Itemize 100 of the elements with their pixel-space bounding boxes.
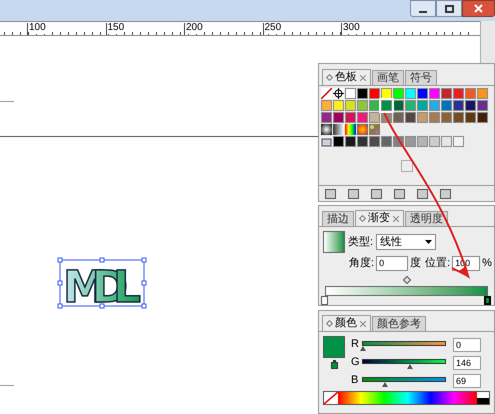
color-swatch[interactable] — [393, 88, 404, 99]
panel-tab[interactable]: 画笔 — [372, 70, 404, 85]
color-swatch[interactable] — [453, 136, 464, 147]
angle-field[interactable]: 0 — [376, 256, 408, 271]
color-swatch[interactable] — [357, 88, 368, 99]
color-swatch[interactable] — [333, 112, 344, 123]
color-spectrum[interactable] — [323, 391, 490, 405]
color-swatch[interactable] — [369, 88, 380, 99]
color-swatch[interactable] — [465, 100, 476, 111]
close-icon[interactable] — [360, 74, 366, 80]
color-swatch[interactable] — [453, 100, 464, 111]
color-swatch[interactable] — [405, 136, 416, 147]
color-swatch[interactable] — [321, 112, 332, 123]
slider-thumb[interactable] — [382, 382, 388, 386]
fill-color-swatch[interactable] — [323, 336, 345, 358]
color-swatch[interactable] — [441, 88, 452, 99]
color-swatch[interactable] — [345, 112, 356, 123]
slider-thumb[interactable] — [406, 364, 413, 368]
color-swatch[interactable] — [393, 100, 404, 111]
none-icon[interactable] — [324, 392, 338, 404]
registration-swatch[interactable] — [333, 88, 344, 99]
panel-tab[interactable]: 符号 — [405, 70, 437, 85]
color-swatch[interactable] — [345, 136, 356, 147]
color-swatch[interactable] — [429, 88, 440, 99]
gradient-swatch[interactable] — [333, 124, 344, 135]
color-swatch[interactable] — [345, 88, 356, 99]
location-label: 位置: — [425, 256, 450, 271]
color-swatch[interactable] — [369, 100, 380, 111]
channel-value-field[interactable]: 69 — [453, 374, 481, 388]
ruler-label: 300 — [343, 22, 360, 34]
color-swatch[interactable] — [417, 112, 428, 123]
color-swatch[interactable] — [441, 136, 452, 147]
color-swatch[interactable] — [429, 136, 440, 147]
selection-box[interactable] — [58, 258, 146, 308]
color-swatch[interactable] — [441, 100, 452, 111]
color-swatch[interactable] — [453, 88, 464, 99]
panel-tab[interactable]: 颜色参考 — [372, 316, 426, 331]
angle-label: 角度: — [349, 256, 374, 271]
color-stop[interactable] — [321, 296, 328, 304]
color-swatch[interactable] — [405, 112, 416, 123]
color-swatch[interactable] — [477, 100, 488, 111]
gradient-swatch[interactable] — [321, 124, 332, 135]
close-icon — [474, 4, 483, 13]
pattern-swatch[interactable] — [369, 124, 380, 135]
channel-label: G — [351, 355, 359, 370]
slider-thumb[interactable] — [360, 346, 366, 350]
color-swatch[interactable] — [369, 112, 380, 123]
none-swatch[interactable] — [321, 88, 332, 99]
ruler-label: 100 — [29, 22, 46, 34]
panel-tab[interactable]: 色板 — [322, 69, 371, 85]
color-swatch[interactable] — [405, 100, 416, 111]
color-swatch[interactable] — [417, 136, 428, 147]
color-swatch[interactable] — [393, 112, 404, 123]
channel-value-field[interactable]: 0 — [453, 338, 481, 352]
color-swatch[interactable] — [417, 100, 428, 111]
panel-tab[interactable]: 渐变 — [355, 210, 404, 226]
color-swatch[interactable] — [477, 112, 488, 123]
panel-tab[interactable]: 描边 — [322, 211, 354, 226]
color-swatch[interactable] — [321, 100, 332, 111]
color-swatch[interactable] — [369, 136, 380, 147]
maximize-button[interactable] — [436, 0, 462, 17]
color-swatch[interactable] — [381, 88, 392, 99]
type-dropdown[interactable]: 线性 — [376, 234, 436, 250]
color-swatch[interactable] — [333, 136, 344, 147]
channel-value-field[interactable]: 146 — [453, 356, 481, 370]
swatch-preview — [400, 160, 412, 172]
color-swatch[interactable] — [381, 100, 392, 111]
color-swatch[interactable] — [477, 88, 488, 99]
color-swatch[interactable] — [453, 112, 464, 123]
arrow-icon — [452, 266, 470, 279]
color-swatch[interactable] — [465, 112, 476, 123]
color-swatch[interactable] — [357, 112, 368, 123]
channel-label: B — [351, 373, 359, 388]
color-swatch[interactable] — [345, 100, 356, 111]
color-swatch[interactable] — [441, 112, 452, 123]
scrollbar[interactable] — [480, 21, 495, 63]
minimize-button[interactable] — [410, 0, 436, 17]
location-unit: % — [482, 256, 492, 271]
ruler-label: 200 — [186, 22, 203, 34]
color-swatch[interactable] — [333, 100, 344, 111]
color-swatch[interactable] — [405, 88, 416, 99]
color-swatch[interactable] — [429, 100, 440, 111]
gradient-preview — [323, 231, 345, 253]
channel-label: R — [351, 337, 359, 352]
color-swatch[interactable] — [429, 112, 440, 123]
color-swatch[interactable] — [381, 136, 392, 147]
color-swatch[interactable] — [357, 100, 368, 111]
color-swatch[interactable] — [357, 136, 368, 147]
color-stop[interactable] — [484, 296, 491, 304]
color-swatch[interactable] — [465, 88, 476, 99]
close-icon[interactable] — [393, 216, 399, 222]
gradient-swatch[interactable] — [345, 124, 356, 135]
out-of-gamut-icon — [330, 360, 338, 369]
panel-tab[interactable]: 透明度 — [405, 211, 448, 226]
gradient-swatch[interactable] — [357, 124, 368, 135]
close-button[interactable] — [462, 0, 495, 17]
gradient-bar[interactable] — [325, 286, 488, 296]
panel-tab[interactable]: 颜色 — [322, 315, 371, 331]
color-swatch[interactable] — [417, 88, 428, 99]
close-icon[interactable] — [360, 320, 366, 326]
